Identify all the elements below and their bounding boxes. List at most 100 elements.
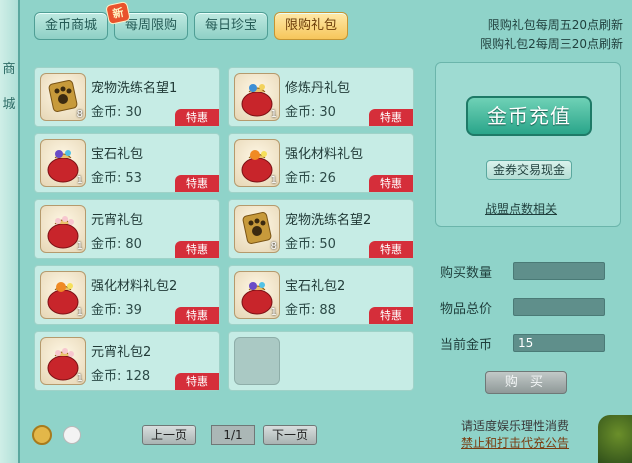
total-price-label: 物品总价: [440, 302, 493, 317]
item-name: 宝石礼包2: [285, 279, 346, 294]
item-price: 金币: 26: [285, 167, 336, 186]
quantity-input[interactable]: [513, 262, 605, 280]
tab-gold-shop[interactable]: 金币商城: [34, 12, 109, 40]
red-bag-icon: 1: [40, 337, 86, 385]
red-bag-icon: 1: [234, 139, 280, 187]
price-value: 30: [125, 105, 142, 120]
buy-button[interactable]: 购 买: [485, 371, 567, 394]
item-count: 1: [76, 241, 83, 252]
red-bag-icon: 1: [40, 205, 86, 253]
item-count: 1: [76, 175, 83, 186]
red-bag-icon: 1: [40, 271, 86, 319]
red-bag-icon: 1: [234, 73, 280, 121]
item-card[interactable]: 1 元宵礼包 金币: 80 特惠: [34, 199, 220, 259]
currency-label: 金币:: [91, 369, 122, 384]
item-price: 金币: 30: [285, 101, 336, 120]
left-deco-char-2: 城: [2, 97, 16, 112]
price-value: 50: [319, 237, 336, 252]
tab-label: 每日珍宝: [205, 18, 258, 33]
item-name: 强化材料礼包2: [91, 279, 178, 294]
paw-badge-icon: 8: [40, 73, 86, 121]
recharge-panel: 金币充值 金券交易现金 战盟点数相关: [435, 62, 621, 227]
tab-limited-pack[interactable]: 限购礼包: [274, 12, 349, 40]
item-card[interactable]: 8 宠物洗练名望2 金币: 50 特惠: [228, 199, 414, 259]
red-bag-icon: 1: [40, 139, 86, 187]
currency-label: 金币:: [285, 105, 316, 120]
item-name: 修炼丹礼包: [285, 81, 351, 96]
item-price: 金币: 39: [91, 299, 142, 318]
current-gold-value: 15: [513, 334, 605, 352]
item-card[interactable]: 1 强化材料礼包2 金币: 39 特惠: [34, 265, 220, 325]
corner-mascot-icon: [598, 415, 632, 463]
currency-label: 金币:: [285, 237, 316, 252]
price-value: 30: [319, 105, 336, 120]
discount-tag: 特惠: [175, 241, 219, 258]
red-bag-icon: 1: [234, 271, 280, 319]
item-count: 1: [76, 373, 83, 384]
item-card[interactable]: 1 元宵礼包2 金币: 128 特惠: [34, 331, 220, 391]
tab-weekly-limit[interactable]: 新 每周限购: [105, 0, 189, 40]
refresh-note-1: 限购礼包每周五20点刷新: [487, 18, 623, 32]
tab-daily-treasure[interactable]: 每日珍宝: [194, 12, 269, 40]
currency-label: 金币:: [91, 237, 122, 252]
moderate-play-notice: 请适度娱乐理性消费: [461, 419, 570, 433]
next-page-button[interactable]: 下一页: [263, 425, 318, 445]
item-count: 8: [76, 109, 83, 120]
gold-recharge-button[interactable]: 金币充值: [466, 96, 592, 136]
tab-label: 每周限购: [125, 18, 178, 33]
discount-tag: 特惠: [369, 109, 413, 126]
currency-label: 金币:: [91, 105, 122, 120]
item-name: 宝石礼包: [91, 147, 144, 162]
item-card[interactable]: 1 宝石礼包 金币: 53 特惠: [34, 133, 220, 193]
toggle-dot-icon[interactable]: [63, 426, 81, 444]
item-price: 金币: 53: [91, 167, 142, 186]
item-card[interactable]: 1 宝石礼包2 金币: 88 特惠: [228, 265, 414, 325]
price-value: 80: [125, 237, 142, 252]
item-card[interactable]: 8 宠物洗练名望1 金币: 30 特惠: [34, 67, 220, 127]
item-name: 宠物洗练名望2: [285, 213, 372, 228]
item-count: 8: [270, 241, 277, 252]
price-value: 39: [125, 303, 142, 318]
discount-tag: 特惠: [175, 307, 219, 324]
empty-slot-icon: [234, 337, 280, 385]
item-name: 元宵礼包: [91, 213, 144, 228]
page-indicator: 1/1: [211, 425, 255, 445]
refresh-note-2: 限购礼包2每周三20点刷新: [480, 37, 623, 51]
discount-tag: 特惠: [175, 373, 219, 390]
item-price: 金币: 128: [91, 365, 150, 384]
discount-tag: 特惠: [369, 175, 413, 192]
item-count: 1: [270, 175, 277, 186]
currency-label: 金币:: [285, 171, 316, 186]
empty-item-slot: [228, 331, 414, 391]
tab-label: 金币商城: [45, 18, 98, 33]
shop-panel: 金币商城 新 每周限购 每日珍宝 限购礼包 限购礼包每周五20点刷新 限购礼包2…: [18, 0, 632, 463]
coupon-exchange-button[interactable]: 金券交易现金: [486, 160, 572, 180]
magnifier-icon[interactable]: [32, 425, 52, 445]
price-value: 128: [125, 369, 151, 384]
price-value: 53: [125, 171, 142, 186]
item-price: 金币: 80: [91, 233, 142, 252]
item-name: 宠物洗练名望1: [91, 81, 178, 96]
paw-badge-icon: 8: [234, 205, 280, 253]
discount-tag: 特惠: [175, 175, 219, 192]
left-deco-char-1: 商: [2, 62, 16, 77]
item-card[interactable]: 1 强化材料礼包 金币: 26 特惠: [228, 133, 414, 193]
item-name: 强化材料礼包: [285, 147, 364, 162]
item-count: 1: [76, 307, 83, 318]
current-gold-label: 当前金币: [440, 338, 493, 353]
tab-label: 限购礼包: [285, 18, 338, 33]
price-value: 26: [319, 171, 336, 186]
item-card[interactable]: 1 修炼丹礼包 金币: 30 特惠: [228, 67, 414, 127]
prev-page-button[interactable]: 上一页: [142, 425, 197, 445]
refresh-notes: 限购礼包每周五20点刷新 限购礼包2每周三20点刷新: [443, 16, 623, 54]
item-price: 金币: 88: [285, 299, 336, 318]
item-grid: 8 宠物洗练名望1 金币: 30 特惠 1 修炼丹礼包 金币: 30 特惠 1 宝石…: [34, 67, 414, 407]
total-price-value: [513, 298, 605, 316]
anti-proxy-recharge-link[interactable]: 禁止和打击代充公告: [461, 435, 569, 452]
currency-label: 金币:: [285, 303, 316, 318]
discount-tag: 特惠: [369, 307, 413, 324]
alliance-points-link[interactable]: 战盟点数相关: [485, 200, 557, 217]
item-name: 元宵礼包2: [91, 345, 152, 360]
currency-label: 金币:: [91, 303, 122, 318]
quantity-label: 购买数量: [440, 266, 493, 281]
